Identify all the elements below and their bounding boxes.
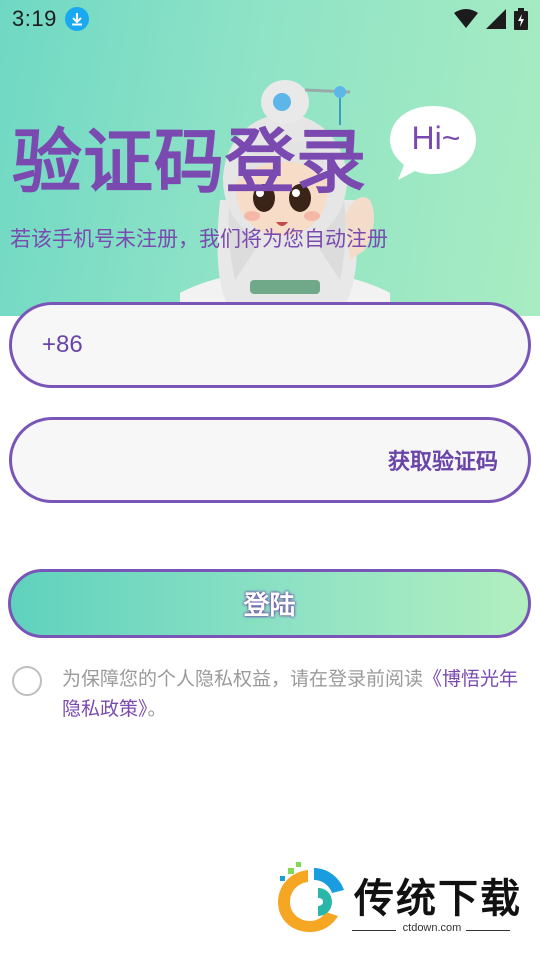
watermark-name: 传统下载 — [354, 876, 522, 922]
phone-input[interactable] — [94, 332, 498, 358]
battery-icon — [514, 8, 528, 30]
wifi-icon — [454, 9, 478, 28]
code-input[interactable] — [54, 447, 388, 473]
country-code[interactable]: +86 — [42, 331, 83, 359]
download-icon — [64, 7, 89, 31]
agreement-checkbox[interactable] — [12, 666, 42, 696]
page-subtitle: 若该手机号未注册，我们将为您自动注册 — [10, 227, 388, 251]
get-code-button[interactable]: 获取验证码 — [388, 444, 498, 476]
watermark-domain: ctdown.com — [402, 922, 462, 934]
status-time: 3:19 — [12, 6, 57, 31]
status-bar: 3:19 — [0, 0, 540, 38]
agreement-suffix: 。 — [147, 698, 167, 720]
agreement-text: 为保障您的个人隐私权益，请在登录前阅读《博悟光年隐私政策》。 — [62, 664, 522, 724]
agreement-label: 为保障您的个人隐私权益，请在登录前阅读 — [62, 668, 424, 690]
bubble-text: Hi~ — [411, 120, 461, 156]
phone-field[interactable]: +86 — [9, 302, 531, 388]
code-field[interactable]: 获取验证码 — [9, 417, 531, 503]
header-banner: Hi~ 验证码登录 若该手机号未注册，我们将为您自动注册 — [0, 0, 540, 316]
login-button[interactable]: 登陆 — [8, 569, 531, 638]
page-title: 验证码登录 — [12, 121, 367, 203]
signal-icon — [486, 9, 506, 29]
